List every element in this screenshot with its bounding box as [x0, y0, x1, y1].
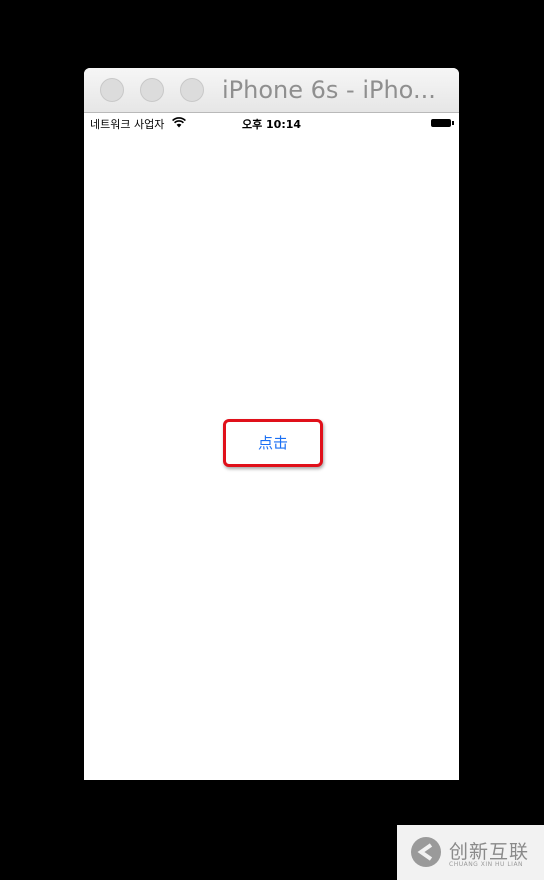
app-content: 点击: [84, 133, 459, 780]
brand-logo-icon: [411, 837, 441, 867]
tap-button[interactable]: 点击: [223, 419, 323, 467]
ios-status-bar: 네트워크 사업자 오후 10:14: [84, 113, 459, 133]
close-window-button[interactable]: [100, 78, 124, 102]
simulator-window: iPhone 6s - iPho... 네트워크 사업자 오후 10:14 点击: [84, 68, 459, 780]
battery-tip: [452, 121, 454, 125]
zoom-window-button[interactable]: [180, 78, 204, 102]
window-title: iPhone 6s - iPho...: [222, 76, 436, 104]
minimize-window-button[interactable]: [140, 78, 164, 102]
watermark-brand: 创新互联: [449, 841, 530, 863]
battery-icon: [431, 119, 451, 127]
status-time: 오후 10:14: [241, 118, 302, 131]
watermark-subtitle: CHUANG XIN HU LIAN: [449, 861, 524, 868]
watermark: 创新互联 CHUANG XIN HU LIAN: [397, 825, 544, 880]
window-titlebar: iPhone 6s - iPho...: [84, 68, 459, 113]
